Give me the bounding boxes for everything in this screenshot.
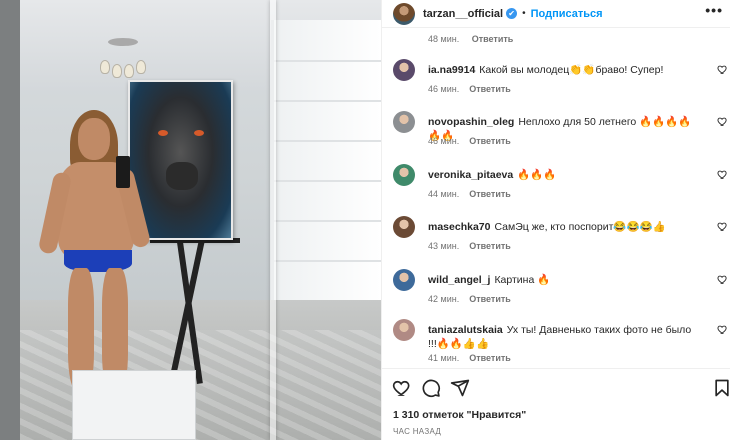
reply-button[interactable]: Ответить — [472, 34, 514, 44]
comment-row: veronika_pitaeva 🔥🔥🔥 44 мин. Ответить — [393, 164, 728, 216]
comment-like-icon[interactable] — [717, 324, 728, 335]
commenter-avatar[interactable] — [393, 164, 415, 186]
share-icon[interactable] — [450, 378, 470, 398]
comment-body: taniazalutskaia Ух ты! Давненько таких фо… — [428, 323, 698, 351]
separator-dot: • — [522, 8, 526, 19]
verified-badge-icon: ✔ — [506, 8, 518, 19]
comment-meta: 46 мин. Ответить — [428, 84, 511, 94]
more-options-icon[interactable]: ••• — [705, 2, 723, 18]
author-avatar[interactable] — [393, 2, 415, 25]
commenter-username[interactable]: ia.na9914 — [428, 64, 475, 76]
likes-count[interactable]: 1 310 отметок "Нравится" — [393, 409, 526, 421]
bookmark-icon[interactable] — [712, 378, 730, 398]
reply-button[interactable]: Ответить — [469, 189, 511, 199]
comment-like-icon[interactable] — [717, 274, 728, 285]
mirror-edge — [270, 0, 276, 440]
comment-text: СамЭц же, кто поспорит😂😂😂👍 — [494, 221, 666, 233]
reply-button[interactable]: Ответить — [469, 294, 511, 304]
comment-meta: 42 мин. Ответить — [428, 294, 511, 304]
reply-button[interactable]: Ответить — [469, 241, 511, 251]
comment-body: wild_angel_j Картина 🔥 — [428, 273, 698, 287]
commenter-username[interactable]: veronika_pitaeva — [428, 169, 513, 181]
comment-row: wild_angel_j Картина 🔥 42 мин. Ответить — [393, 269, 728, 321]
reply-button[interactable]: Ответить — [469, 84, 511, 94]
post-sidebar: tarzan__official ✔ • Подписаться ••• 48 … — [381, 0, 730, 440]
commenter-avatar[interactable] — [393, 269, 415, 291]
comment-row: novopashin_oleg Неплохо для 50 летнего 🔥🔥… — [393, 111, 728, 163]
wall-edge — [0, 0, 20, 440]
commenter-username[interactable]: wild_angel_j — [428, 274, 490, 286]
reply-button[interactable]: Ответить — [469, 353, 511, 363]
commenter-username[interactable]: novopashin_oleg — [428, 116, 514, 128]
like-heart-icon[interactable] — [392, 378, 412, 398]
comment-like-icon[interactable] — [717, 116, 728, 127]
post-time: ЧАС НАЗАД — [393, 427, 442, 436]
commenter-username[interactable]: masechka70 — [428, 221, 490, 233]
comment-time: 42 мин. — [428, 294, 460, 304]
commenter-avatar[interactable] — [393, 111, 415, 133]
post-photo[interactable] — [0, 0, 381, 440]
comments-list[interactable]: 48 мин. Ответить ia.na9914 Какой вы молод… — [382, 29, 730, 367]
author-username[interactable]: tarzan__official — [423, 8, 503, 20]
comment-text: Какой вы молодец👏👏браво! Супер! — [479, 64, 664, 76]
white-box — [72, 370, 196, 440]
comment-row: masechka70 СамЭц же, кто поспорит😂😂😂👍 43 м… — [393, 216, 728, 268]
follow-button[interactable]: Подписаться — [531, 8, 603, 20]
commenter-avatar[interactable] — [393, 59, 415, 81]
comment-time: 46 мин. — [428, 136, 460, 146]
window-blinds — [271, 20, 381, 320]
comment-meta: 46 мин. Ответить — [428, 136, 511, 146]
comment-meta: 44 мин. Ответить — [428, 189, 511, 199]
comment-row: taniazalutskaia Ух ты! Давненько таких фо… — [393, 319, 728, 367]
comment-text: 🔥🔥🔥 — [517, 169, 557, 181]
post-actions: 1 310 отметок "Нравится" ЧАС НАЗАД — [382, 368, 730, 440]
comment-row: ia.na9914 Какой вы молодец👏👏браво! Супер!… — [393, 59, 728, 111]
commenter-avatar[interactable] — [393, 216, 415, 238]
comment-time: 43 мин. — [428, 241, 460, 251]
commenter-avatar[interactable] — [393, 319, 415, 341]
comment-meta: 43 мин. Ответить — [428, 241, 511, 251]
phone — [116, 156, 130, 188]
comment-time: 48 мин. — [428, 34, 460, 44]
comment-like-icon[interactable] — [717, 64, 728, 75]
comment-body: masechka70 СамЭц же, кто поспорит😂😂😂👍 — [428, 220, 698, 234]
comment-meta: 48 мин. Ответить — [428, 34, 513, 44]
comment-body: ia.na9914 Какой вы молодец👏👏браво! Супер! — [428, 63, 698, 77]
comment-text: Картина 🔥 — [494, 274, 551, 286]
comment-like-icon[interactable] — [717, 221, 728, 232]
reply-button[interactable]: Ответить — [469, 136, 511, 146]
comment-meta: 41 мин. Ответить — [428, 353, 511, 363]
post-header: tarzan__official ✔ • Подписаться ••• — [382, 0, 730, 28]
commenter-username[interactable]: taniazalutskaia — [428, 324, 503, 336]
comment-time: 44 мин. — [428, 189, 460, 199]
comment-time: 41 мин. — [428, 353, 460, 363]
comment-icon[interactable] — [421, 378, 441, 398]
comment-time: 46 мин. — [428, 84, 460, 94]
comment-body: veronika_pitaeva 🔥🔥🔥 — [428, 168, 698, 182]
person-figure — [37, 110, 160, 390]
comment-like-icon[interactable] — [717, 169, 728, 180]
